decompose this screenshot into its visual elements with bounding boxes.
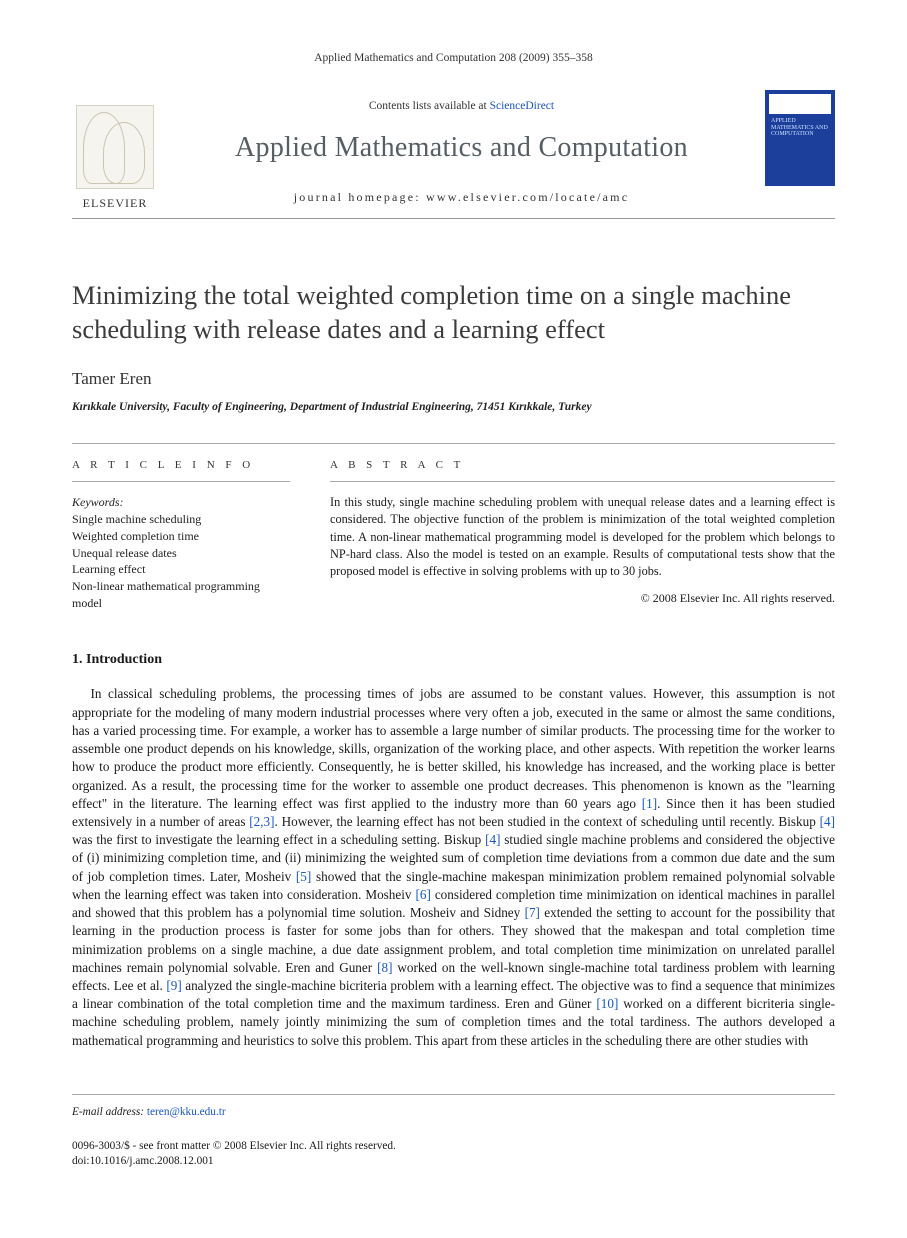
sciencedirect-link[interactable]: ScienceDirect: [490, 100, 555, 112]
citation-ref[interactable]: [4]: [820, 814, 835, 829]
journal-name: Applied Mathematics and Computation: [174, 128, 749, 167]
article-info-heading: A R T I C L E I N F O: [72, 458, 290, 482]
article-info-column: A R T I C L E I N F O Keywords: Single m…: [72, 458, 290, 612]
abstract-heading: A B S T R A C T: [330, 458, 835, 482]
author-email-link[interactable]: teren@kku.edu.tr: [147, 1106, 226, 1118]
email-label: E-mail address:: [72, 1106, 144, 1118]
elsevier-tree-icon: [76, 105, 154, 189]
journal-masthead: ELSEVIER Contents lists available at Sci…: [72, 86, 835, 219]
publisher-logo-column: ELSEVIER: [72, 86, 164, 218]
article-title: Minimizing the total weighted completion…: [72, 279, 835, 347]
keywords-list: Single machine scheduling Weighted compl…: [72, 511, 290, 612]
keyword-item: Single machine scheduling: [72, 511, 290, 528]
publisher-wordmark: ELSEVIER: [83, 195, 148, 212]
journal-homepage-line: journal homepage: www.elsevier.com/locat…: [174, 189, 749, 206]
article-meta-row: A R T I C L E I N F O Keywords: Single m…: [72, 443, 835, 612]
keyword-item: Weighted completion time: [72, 528, 290, 545]
contents-available-line: Contents lists available at ScienceDirec…: [174, 98, 749, 114]
abstract-body: In this study, single machine scheduling…: [330, 494, 835, 580]
running-header: Applied Mathematics and Computation 208 …: [72, 50, 835, 66]
author-affiliation: Kırıkkale University, Faculty of Enginee…: [72, 399, 835, 415]
citation-ref[interactable]: [1]: [642, 796, 657, 811]
journal-cover-thumbnail: APPLIED MATHEMATICS AND COMPUTATION: [765, 90, 835, 186]
keywords-label: Keywords:: [72, 494, 290, 511]
cover-thumb-text: APPLIED MATHEMATICS AND COMPUTATION: [771, 118, 829, 138]
abstract-column: A B S T R A C T In this study, single ma…: [330, 458, 835, 612]
introduction-paragraph: In classical scheduling problems, the pr…: [72, 685, 835, 1049]
section-heading-introduction: 1. Introduction: [72, 650, 835, 670]
citation-ref[interactable]: [2,3]: [249, 814, 274, 829]
citation-ref[interactable]: [6]: [415, 887, 430, 902]
keyword-item: Non-linear mathematical programming mode…: [72, 578, 290, 612]
citation-ref[interactable]: [8]: [377, 960, 392, 975]
front-matter-block: 0096-3003/$ - see front matter © 2008 El…: [72, 1139, 835, 1171]
contents-prefix: Contents lists available at: [369, 100, 490, 112]
citation-ref[interactable]: [9]: [166, 978, 181, 993]
journal-cover-column: APPLIED MATHEMATICS AND COMPUTATION: [759, 86, 835, 218]
citation-ref[interactable]: [10]: [596, 996, 618, 1011]
doi-line: doi:10.1016/j.amc.2008.12.001: [72, 1154, 835, 1170]
citation-ref[interactable]: [7]: [525, 905, 540, 920]
issn-line: 0096-3003/$ - see front matter © 2008 El…: [72, 1139, 835, 1155]
article-footer: E-mail address: teren@kku.edu.tr: [72, 1094, 835, 1121]
citation-ref[interactable]: [5]: [296, 869, 311, 884]
citation-ref[interactable]: [4]: [485, 832, 500, 847]
keyword-item: Learning effect: [72, 561, 290, 578]
author-name: Tamer Eren: [72, 367, 835, 391]
keyword-item: Unequal release dates: [72, 545, 290, 562]
abstract-copyright: © 2008 Elsevier Inc. All rights reserved…: [330, 590, 835, 607]
